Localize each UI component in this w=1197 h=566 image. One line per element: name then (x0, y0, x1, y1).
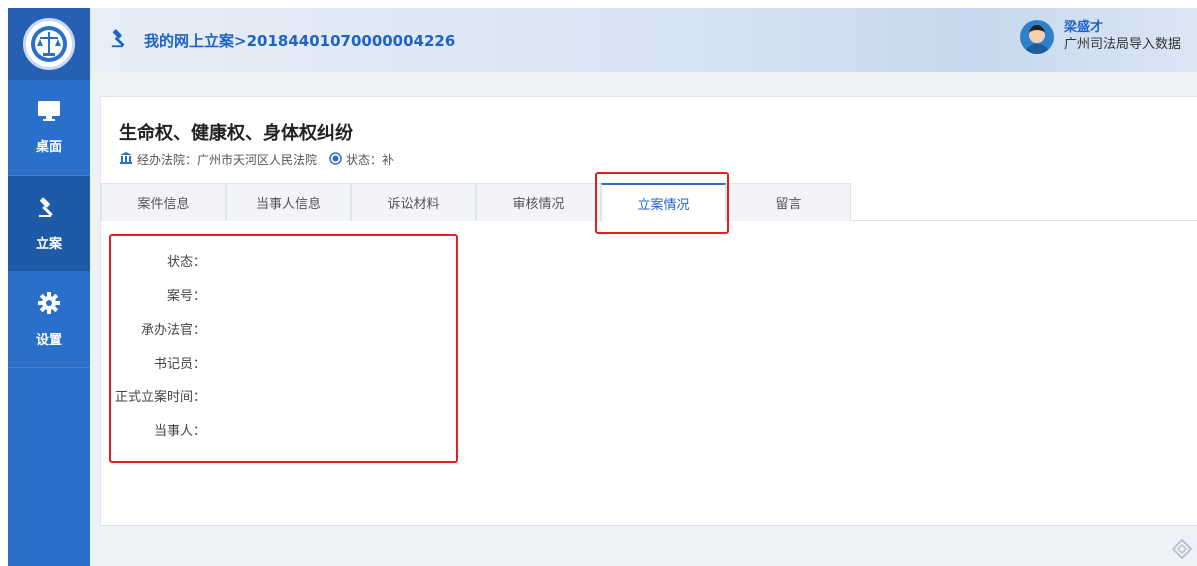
breadcrumb: 我的网上立案>20184401070000004226 (110, 27, 455, 53)
sidebar-item-label: 设置 (35, 333, 62, 348)
status-radio-icon (329, 151, 342, 168)
tab-litigation-materials[interactable]: 诉讼材料 (351, 183, 476, 221)
sidebar-item-label: 立案 (35, 237, 62, 252)
sidebar-item-label: 桌面 (35, 140, 62, 155)
court-label: 经办法院：广州市天河区人民法院 (137, 153, 318, 167)
gavel-icon (110, 27, 132, 53)
sidebar-item-filing[interactable]: 立案 (8, 176, 90, 272)
monitor-icon (37, 100, 61, 126)
court-icon (119, 151, 133, 168)
avatar[interactable] (1019, 20, 1054, 54)
expand-corner-icon[interactable] (1171, 538, 1193, 564)
case-meta: 经办法院：广州市天河区人民法院 状态：补 (119, 151, 394, 168)
tab-case-info[interactable]: 案件信息 (101, 183, 226, 221)
gear-icon (37, 291, 61, 319)
user-org: 广州司法局导入数据 (1063, 37, 1181, 52)
status-label: 状态：补 (346, 153, 395, 167)
sidebar: 桌面 立案 设置 (8, 8, 90, 566)
highlight-box-fields (109, 234, 458, 463)
tab-messages[interactable]: 留言 (726, 183, 851, 221)
user-name[interactable]: 梁盛才 (1064, 20, 1181, 36)
sidebar-item-desktop[interactable]: 桌面 (8, 80, 90, 176)
court-emblem-logo (8, 8, 90, 80)
tab-party-info[interactable]: 当事人信息 (226, 183, 351, 221)
breadcrumb-text[interactable]: 我的网上立案>20184401070000004226 (144, 30, 455, 51)
user-info[interactable]: 梁盛才 广州司法局导入数据 (1019, 20, 1181, 54)
sidebar-item-settings[interactable]: 设置 (8, 272, 90, 368)
court-emblem-icon (23, 18, 75, 70)
gavel-icon (37, 195, 61, 223)
highlight-box-tab (595, 172, 729, 234)
tab-review-status[interactable]: 审核情况 (476, 183, 601, 221)
top-header: 我的网上立案>20184401070000004226 梁盛才 广州司法局导入数… (90, 8, 1197, 72)
case-title: 生命权、健康权、身体权纠纷 (119, 123, 353, 144)
